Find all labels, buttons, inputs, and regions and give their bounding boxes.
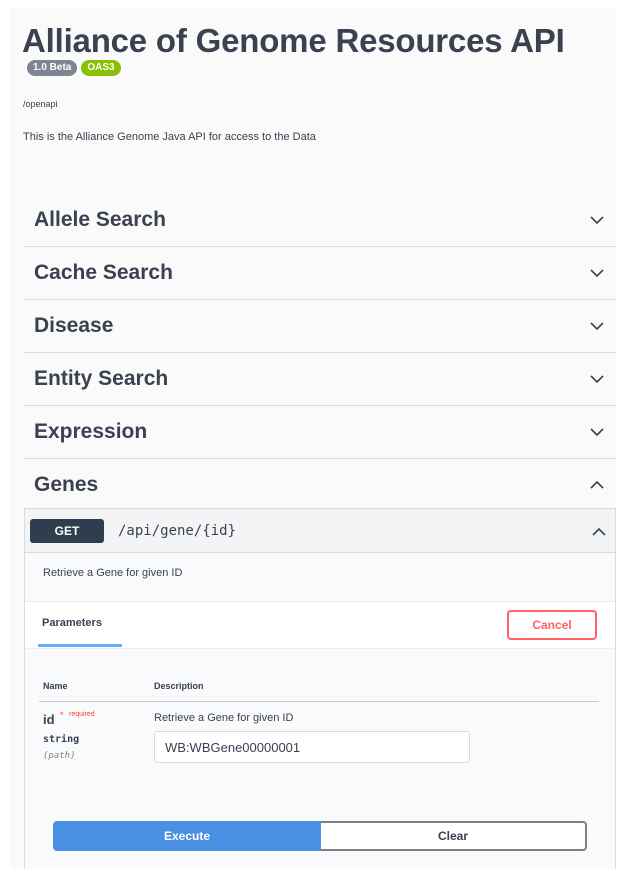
tag-cache-search[interactable]: Cache Search [24, 247, 616, 300]
tag-disease[interactable]: Disease [24, 300, 616, 353]
parameter-name: id [43, 712, 55, 727]
tag-entity-search[interactable]: Entity Search [24, 353, 616, 406]
endpoint-path: /api/gene/{id} [118, 522, 237, 539]
parameter-description: Retrieve a Gene for given ID [154, 712, 294, 724]
chevron-up-icon [588, 478, 606, 492]
spec-url-link[interactable]: /openapi [23, 99, 58, 109]
tag-label: Entity Search [34, 367, 169, 390]
tag-label: Cache Search [34, 261, 173, 284]
tag-genes[interactable]: Genes [24, 459, 616, 512]
cancel-button[interactable]: Cancel [507, 610, 597, 640]
parameters-header: Parameters Cancel [25, 601, 615, 649]
tab-parameters[interactable]: Parameters [42, 617, 102, 629]
required-marker: * [60, 710, 64, 720]
chevron-down-icon [588, 319, 606, 333]
oas-badge: OAS3 [81, 60, 121, 76]
tag-label: Disease [34, 314, 114, 337]
api-docs-page: Alliance of Genome Resources API 1.0 Bet… [10, 8, 616, 869]
column-header-name: Name [43, 681, 68, 691]
chevron-down-icon [588, 372, 606, 386]
tag-list: Allele Search Cache Search Disease Entit… [24, 194, 616, 512]
parameter-location: (path) [43, 751, 76, 761]
execute-button[interactable]: Execute [53, 821, 321, 851]
chevron-down-icon [588, 213, 606, 227]
tag-label: Expression [34, 420, 148, 443]
active-tab-indicator [38, 644, 122, 647]
chevron-down-icon [588, 266, 606, 280]
tag-allele-search[interactable]: Allele Search [24, 194, 616, 247]
operation-summary-bar[interactable]: GET /api/gene/{id} [25, 509, 615, 553]
chevron-down-icon [588, 425, 606, 439]
badge-group: 1.0 Beta OAS3 [27, 60, 121, 76]
http-method-badge: GET [30, 518, 104, 543]
execute-wrapper: Execute Clear [53, 821, 589, 851]
tag-label: Genes [34, 473, 99, 496]
chevron-up-icon[interactable] [591, 524, 607, 542]
required-label: required [69, 711, 95, 718]
operation-description: Retrieve a Gene for given ID [43, 567, 183, 579]
page-title: Alliance of Genome Resources API [22, 22, 565, 59]
version-badge: 1.0 Beta [27, 60, 78, 76]
clear-button[interactable]: Clear [321, 821, 587, 851]
api-description: This is the Alliance Genome Java API for… [23, 131, 316, 143]
tag-label: Allele Search [34, 208, 166, 231]
id-input[interactable] [154, 731, 470, 763]
column-header-description: Description [154, 681, 204, 691]
divider [39, 701, 599, 702]
tag-expression[interactable]: Expression [24, 406, 616, 459]
parameter-type: string [43, 734, 80, 745]
operation-get-gene: GET /api/gene/{id} Retrieve a Gene for g… [24, 508, 616, 869]
